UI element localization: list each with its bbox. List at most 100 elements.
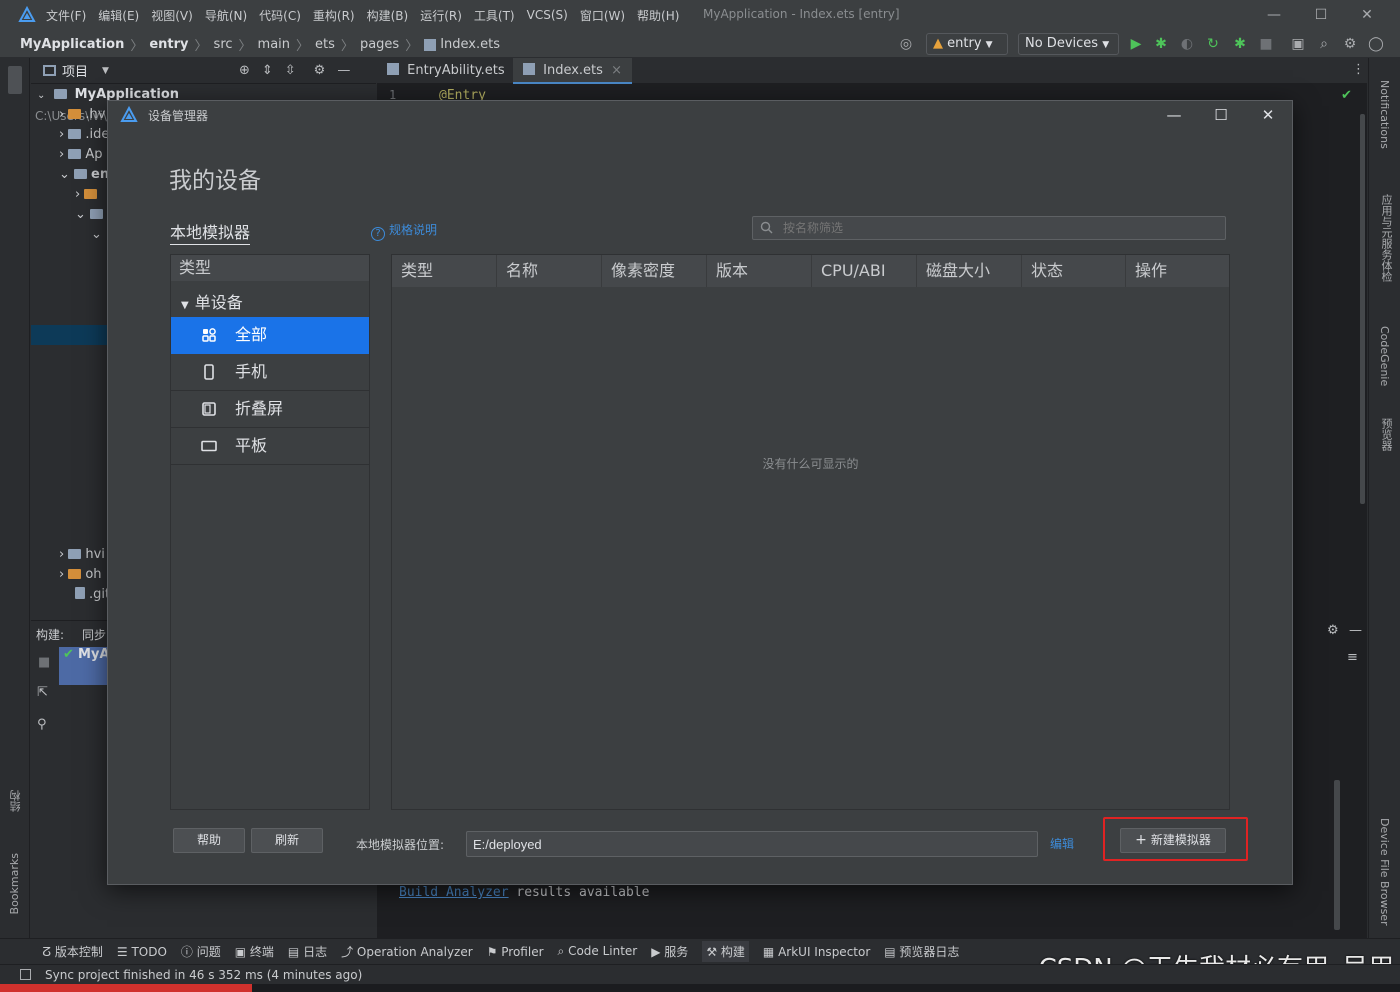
bookmarks-tool-label[interactable]: Bookmarks bbox=[8, 853, 21, 914]
menu-refactor[interactable]: 重构(R) bbox=[313, 7, 355, 24]
column-density[interactable]: 像素密度 bbox=[602, 255, 707, 287]
tool-vcs[interactable]: ⵒ 版本控制 bbox=[42, 943, 103, 960]
menu-help[interactable]: 帮助(H) bbox=[637, 7, 679, 24]
tab-local-emulator[interactable]: 本地模拟器 bbox=[170, 219, 251, 245]
tool-operation-analyzer[interactable]: ⤴ Operation Analyzer bbox=[341, 943, 473, 960]
console-scrollbar[interactable] bbox=[1334, 780, 1340, 930]
column-disk-size[interactable]: 磁盘大小 bbox=[917, 255, 1022, 287]
structure-tool-label[interactable]: 结构 bbox=[8, 790, 24, 812]
breadcrumb-main[interactable]: main bbox=[258, 37, 290, 52]
column-type[interactable]: 类型 bbox=[392, 255, 497, 287]
target-icon[interactable]: ◎ bbox=[898, 36, 914, 52]
column-version[interactable]: 版本 bbox=[707, 255, 812, 287]
stop-icon[interactable]: ■ bbox=[1258, 36, 1274, 52]
build-sync-tab[interactable]: 同步 bbox=[82, 626, 106, 643]
menu-tools[interactable]: 工具(T) bbox=[474, 7, 515, 24]
project-tool-icon[interactable] bbox=[8, 66, 22, 94]
breadcrumb-module[interactable]: entry bbox=[149, 37, 188, 52]
attach-debugger-icon[interactable]: ✱ bbox=[1232, 36, 1248, 52]
notifications-tool-label[interactable]: Notifications bbox=[1378, 80, 1391, 149]
group-single-device[interactable]: ▼ 单设备 bbox=[181, 289, 243, 313]
breadcrumb-project[interactable]: MyApplication bbox=[20, 37, 124, 52]
editor-scrollbar[interactable] bbox=[1360, 114, 1365, 504]
build-analyzer-link[interactable]: Build Analyzer bbox=[399, 885, 509, 900]
apply-changes-icon[interactable]: ↻ bbox=[1205, 36, 1221, 52]
gear-icon[interactable]: ⚙ bbox=[314, 63, 326, 78]
menu-file[interactable]: 文件(F) bbox=[46, 7, 86, 24]
breadcrumb-ets[interactable]: ets bbox=[315, 37, 335, 52]
tool-log[interactable]: ▤ 日志 bbox=[288, 943, 327, 960]
column-actions[interactable]: 操作 bbox=[1126, 255, 1229, 287]
type-item-tablet[interactable]: 平板 bbox=[171, 428, 369, 465]
close-icon[interactable]: ✕ bbox=[1254, 104, 1282, 126]
tool-services[interactable]: ▶ 服务 bbox=[651, 943, 688, 960]
device-file-browser-tool-label[interactable]: Device File Browser bbox=[1378, 818, 1391, 926]
project-view-selector[interactable]: 项目 bbox=[62, 61, 88, 80]
column-name[interactable]: 名称 bbox=[497, 255, 602, 287]
stop-icon[interactable]: ■ bbox=[38, 655, 50, 670]
spec-link[interactable]: ? 规格说明 bbox=[371, 221, 437, 241]
menu-navigate[interactable]: 导航(N) bbox=[205, 7, 247, 24]
previewer-tool-label[interactable]: 预览器 bbox=[1378, 418, 1394, 451]
maximize-icon[interactable]: ☐ bbox=[1310, 5, 1332, 25]
menu-build[interactable]: 构建(B) bbox=[367, 7, 409, 24]
type-item-foldable[interactable]: 折叠屏 bbox=[171, 391, 369, 428]
help-button[interactable]: 帮助 bbox=[173, 828, 245, 853]
tab-entryability[interactable]: EntryAbility.ets × bbox=[377, 58, 534, 84]
column-status[interactable]: 状态 bbox=[1022, 255, 1126, 287]
profile-icon[interactable]: ◐ bbox=[1179, 36, 1195, 52]
edit-location-link[interactable]: 编辑 bbox=[1050, 835, 1074, 852]
tool-terminal[interactable]: ▣ 终端 bbox=[235, 943, 274, 960]
close-icon[interactable]: ✕ bbox=[1356, 5, 1378, 25]
tool-todo[interactable]: ☰ TODO bbox=[117, 945, 167, 959]
account-icon[interactable]: ◯ bbox=[1368, 36, 1384, 52]
close-icon[interactable]: × bbox=[611, 63, 622, 78]
menu-run[interactable]: 运行(R) bbox=[420, 7, 462, 24]
breadcrumb-pages[interactable]: pages bbox=[360, 37, 399, 52]
emulator-location-field[interactable] bbox=[466, 831, 1038, 857]
soft-wrap-icon[interactable]: ≡ bbox=[1347, 650, 1358, 665]
hide-icon[interactable]: — bbox=[1349, 623, 1362, 638]
device-manager-icon[interactable]: ▣ bbox=[1290, 36, 1306, 52]
tool-code-linter[interactable]: ⌕ Code Linter bbox=[558, 944, 638, 959]
app-check-tool-label[interactable]: 应用与元服务体检 bbox=[1378, 194, 1394, 282]
gear-icon[interactable]: ⚙ bbox=[1327, 623, 1339, 638]
breadcrumb-src[interactable]: src bbox=[214, 37, 233, 52]
debug-icon[interactable]: ✱ bbox=[1153, 36, 1169, 52]
menu-vcs[interactable]: VCS(S) bbox=[527, 8, 568, 22]
tool-previewer-log[interactable]: ▤ 预览器日志 bbox=[884, 943, 959, 960]
menu-code[interactable]: 代码(C) bbox=[259, 7, 301, 24]
chevron-down-icon[interactable]: ▼ bbox=[102, 66, 109, 76]
collapse-all-icon[interactable]: ⇳ bbox=[285, 63, 296, 78]
expand-all-icon[interactable]: ⇕ bbox=[262, 63, 273, 78]
dialog-title-bar[interactable]: 设备管理器 — ☐ ✕ bbox=[108, 101, 1292, 129]
maximize-icon[interactable]: ☐ bbox=[1207, 104, 1235, 126]
refresh-button[interactable]: 刷新 bbox=[251, 828, 323, 853]
locate-icon[interactable]: ⊕ bbox=[239, 63, 250, 78]
minimize-icon[interactable]: — bbox=[1160, 104, 1188, 126]
tool-build[interactable]: ⚒ 构建 bbox=[702, 941, 749, 962]
column-cpu-abi[interactable]: CPU/ABI bbox=[812, 255, 917, 287]
minimize-icon[interactable]: — bbox=[1263, 5, 1285, 25]
tab-index[interactable]: Index.ets × bbox=[513, 58, 632, 84]
more-icon[interactable]: ⋮ bbox=[1352, 62, 1365, 77]
search-input[interactable] bbox=[752, 216, 1226, 240]
menu-view[interactable]: 视图(V) bbox=[151, 7, 193, 24]
status-toggle-icon[interactable] bbox=[20, 969, 31, 980]
run-config-select[interactable]: ▲ entry ▼ bbox=[926, 33, 1008, 55]
open-external-icon[interactable]: ⇱ bbox=[37, 685, 48, 700]
menu-window[interactable]: 窗口(W) bbox=[580, 7, 625, 24]
hide-icon[interactable]: — bbox=[337, 63, 350, 78]
type-item-phone[interactable]: 手机 bbox=[171, 354, 369, 391]
codegenie-tool-label[interactable]: CodeGenie bbox=[1378, 326, 1391, 386]
gear-icon[interactable]: ⚙ bbox=[1342, 36, 1358, 52]
taskbar-active-app[interactable] bbox=[0, 984, 252, 992]
tool-problems[interactable]: ⓘ 问题 bbox=[181, 943, 221, 960]
tool-profiler[interactable]: ⚑ Profiler bbox=[487, 945, 544, 959]
search-icon[interactable]: ⌕ bbox=[1316, 36, 1332, 52]
run-icon[interactable]: ▶ bbox=[1128, 36, 1144, 52]
pin-icon[interactable]: ⚲ bbox=[37, 717, 47, 732]
type-item-all[interactable]: 全部 bbox=[171, 317, 369, 354]
tool-arkui-inspector[interactable]: ▦ ArkUI Inspector bbox=[763, 945, 870, 959]
device-select[interactable]: No Devices ▼ bbox=[1018, 33, 1119, 55]
